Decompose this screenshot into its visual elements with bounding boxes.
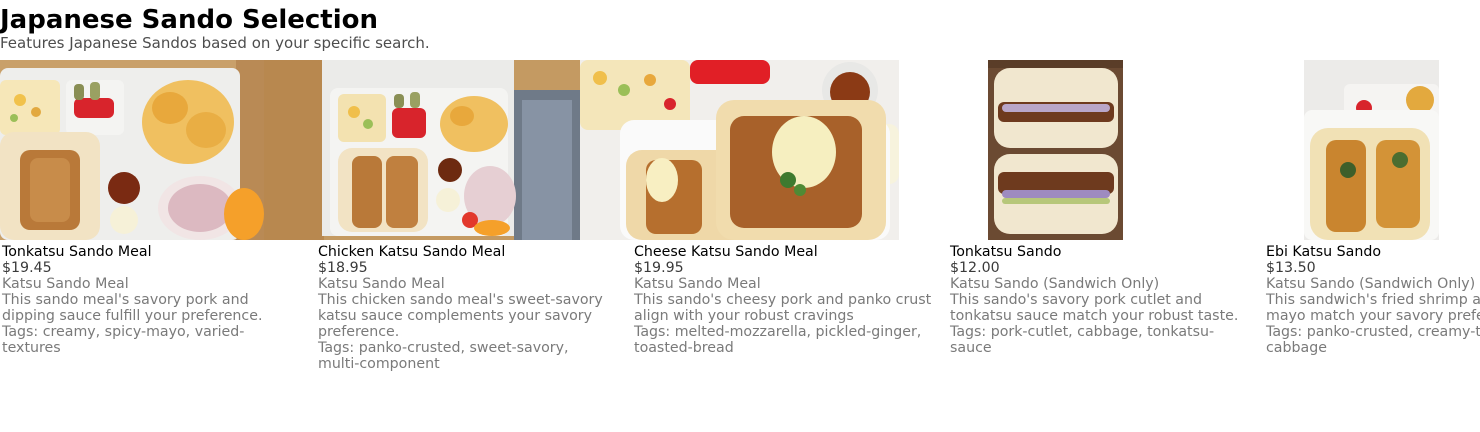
product-list: Tonkatsu Sando Meal $19.45 Katsu Sando M… <box>0 60 1480 432</box>
product-description-line: This sandwich's fried shrimp and <box>1266 292 1480 308</box>
product-card[interactable]: Cheese Katsu Sando Meal $19.95 Katsu San… <box>580 60 948 432</box>
product-category: Katsu Sando (Sandwich Only) <box>1266 276 1476 292</box>
product-price: $13.50 <box>1266 260 1316 276</box>
product-category: Katsu Sando Meal <box>318 276 445 292</box>
product-description-line: mayo match your savory preference. <box>1266 308 1480 324</box>
bento-meal-photo[interactable] <box>0 60 264 240</box>
product-tags-line: Tags: panko-crusted, creamy-tartar, <box>1266 324 1480 340</box>
product-tags-line: Tags: pork-cutlet, cabbage, tonkatsu- <box>950 324 1215 340</box>
product-description-line: This chicken sando meal's sweet-savory <box>318 292 603 308</box>
cheese-sando-photo[interactable] <box>580 60 899 240</box>
product-price: $19.45 <box>2 260 52 276</box>
product-price: $19.95 <box>634 260 684 276</box>
product-description-line: dipping sauce fulfill your preference. <box>2 308 263 324</box>
product-card[interactable]: Ebi Katsu Sando $13.50 Katsu Sando (Sand… <box>1264 60 1480 432</box>
product-description-line: This sando's savory pork cutlet and <box>950 292 1203 308</box>
sandwich-photo[interactable] <box>988 60 1123 240</box>
product-description-line: align with your robust cravings <box>634 308 854 324</box>
product-tags-line: Tags: panko-crusted, sweet-savory, <box>318 340 569 356</box>
product-name[interactable]: Ebi Katsu Sando <box>1266 244 1480 260</box>
page-title: Japanese Sando Selection <box>0 5 379 35</box>
product-name[interactable]: Tonkatsu Sando <box>950 244 1260 260</box>
product-price: $12.00 <box>950 260 1000 276</box>
product-category: Katsu Sando (Sandwich Only) <box>950 276 1160 292</box>
product-card[interactable]: Tonkatsu Sando $12.00 Katsu Sando (Sandw… <box>948 60 1264 432</box>
product-description-line: tonkatsu sauce match your robust taste. <box>950 308 1239 324</box>
product-tags-line: textures <box>2 340 61 356</box>
product-tags-line: cabbage <box>1266 340 1327 356</box>
product-name[interactable]: Tonkatsu Sando Meal <box>2 244 312 260</box>
product-description-line: This sando's cheesy pork and panko crust <box>634 292 932 308</box>
product-description-line: preference. <box>318 324 400 340</box>
product-description-line: This sando meal's savory pork and <box>2 292 249 308</box>
product-description-line: katsu sauce complements your savory <box>318 308 593 324</box>
bento-meal-photo[interactable] <box>264 60 580 240</box>
product-price: $18.95 <box>318 260 368 276</box>
product-category: Katsu Sando Meal <box>634 276 761 292</box>
product-name[interactable]: Cheese Katsu Sando Meal <box>634 244 944 260</box>
product-name[interactable]: Chicken Katsu Sando Meal <box>318 244 628 260</box>
page-subtitle: Features Japanese Sandos based on your s… <box>0 34 430 52</box>
product-tags-line: multi-component <box>318 356 440 372</box>
product-tags-line: Tags: creamy, spicy-mayo, varied- <box>2 324 245 340</box>
product-tags-line: sauce <box>950 340 992 356</box>
shrimp-sando-photo[interactable] <box>1304 60 1439 240</box>
product-tags-line: toasted-bread <box>634 340 734 356</box>
product-category: Katsu Sando Meal <box>2 276 129 292</box>
product-tags-line: Tags: melted-mozzarella, pickled-ginger, <box>634 324 922 340</box>
